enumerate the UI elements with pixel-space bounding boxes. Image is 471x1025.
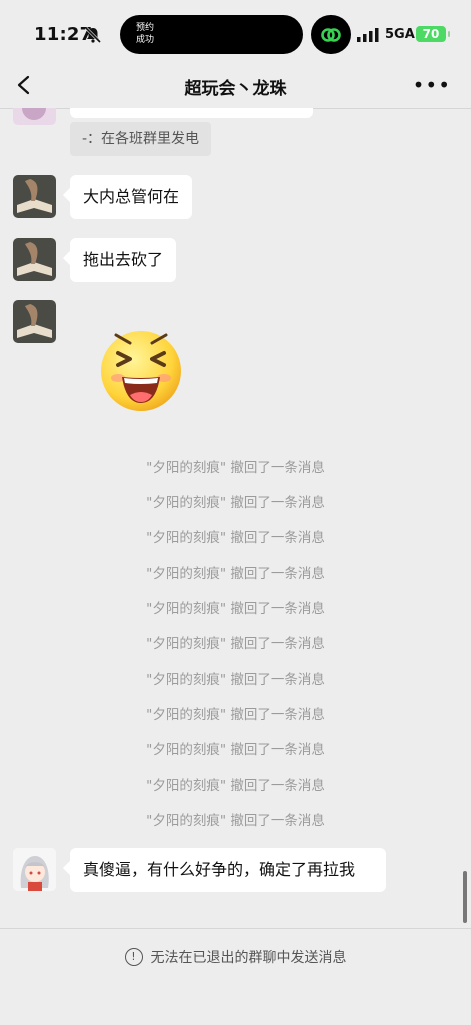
island-text-2: 成功 <box>136 35 155 45</box>
message-text: 拖出去砍了 <box>83 250 164 269</box>
avatar[interactable] <box>13 238 56 281</box>
bell-muted-icon <box>84 26 102 44</box>
message-bubble-partial <box>70 108 313 118</box>
book-avatar-icon <box>13 238 56 281</box>
warning-icon: ! <box>124 948 143 966</box>
chat-title: 超玩会丶龙珠 <box>184 79 287 99</box>
more-options-button[interactable]: ••• <box>413 73 451 97</box>
avatar[interactable] <box>13 300 56 343</box>
message-bubble[interactable]: 大内总管何在 <box>70 175 193 219</box>
avatar[interactable] <box>13 175 56 218</box>
avatar-partial[interactable] <box>13 108 56 125</box>
laughing-emoji-sticker[interactable] <box>96 323 186 413</box>
recall-notice: "夕阳的刻痕" 撤回了一条消息 <box>146 707 325 723</box>
island-app-badge[interactable] <box>311 15 351 54</box>
nav-bar: 超玩会丶龙珠 ••• <box>0 66 471 109</box>
avatar[interactable] <box>13 848 56 891</box>
island-text-1: 预约 <box>136 23 155 33</box>
recall-notice: "夕阳的刻痕" 撤回了一条消息 <box>146 566 325 582</box>
footer-notice-bar: ! 无法在已退出的群聊中发送消息 <box>0 928 471 1025</box>
scrollbar[interactable] <box>463 871 467 923</box>
recall-notice: "夕阳的刻痕" 撤回了一条消息 <box>146 601 325 617</box>
message-text: 大内总管何在 <box>83 187 180 206</box>
recall-notice: "夕阳的刻痕" 撤回了一条消息 <box>146 495 325 511</box>
dynamic-island[interactable]: 预约 成功 <box>120 15 303 54</box>
signal-icon <box>357 28 379 42</box>
anime-girl-avatar-icon <box>13 848 56 891</box>
recall-notice: "夕阳的刻痕" 撤回了一条消息 <box>146 672 325 688</box>
link-icon <box>321 28 341 42</box>
message-text: 真傻逼，有什么好争的，确定了再拉我 <box>83 860 356 879</box>
network-label: 5GA <box>385 27 415 42</box>
recall-notice: "夕阳的刻痕" 撤回了一条消息 <box>146 813 325 829</box>
message-bubble[interactable]: 拖出去砍了 <box>70 238 177 282</box>
recall-notice: "夕阳的刻痕" 撤回了一条消息 <box>146 460 325 476</box>
recall-notice: "夕阳的刻痕" 撤回了一条消息 <box>146 530 325 546</box>
message-bubble[interactable]: 真傻逼，有什么好争的，确定了再拉我 <box>70 848 386 892</box>
quote-reply[interactable]: -：在各班群里发电 <box>70 122 212 156</box>
recall-notice: "夕阳的刻痕" 撤回了一条消息 <box>146 778 325 794</box>
book-avatar-icon <box>13 175 56 218</box>
battery-indicator: 70 <box>416 26 450 42</box>
recall-notice: "夕阳的刻痕" 撤回了一条消息 <box>146 636 325 652</box>
book-avatar-icon <box>13 300 56 343</box>
status-bar: 11:27 预约 成功 5GA 70 <box>0 0 471 66</box>
chat-area[interactable]: -：在各班群里发电 大内总管何在 拖出去砍了 "夕阳的刻痕" 撤回了一条消息 "… <box>0 108 471 928</box>
footer-notice-text: 无法在已退出的群聊中发送消息 <box>150 950 347 966</box>
recall-notice: "夕阳的刻痕" 撤回了一条消息 <box>146 742 325 758</box>
